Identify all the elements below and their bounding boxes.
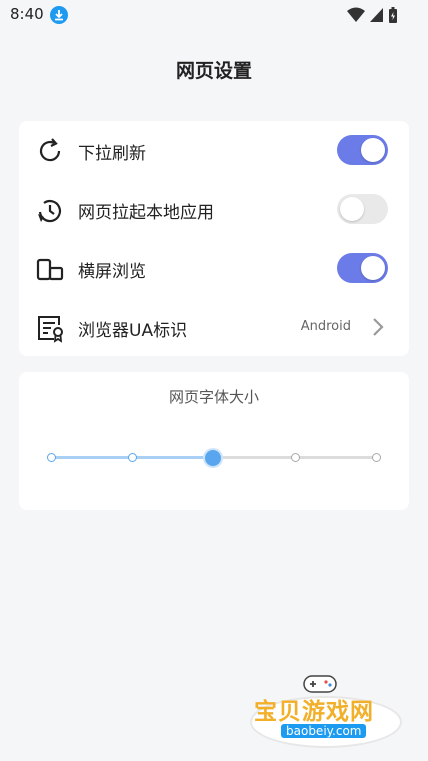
watermark-text: 宝贝游戏网 <box>254 699 374 725</box>
chevron-right-icon <box>373 318 384 336</box>
download-icon <box>50 6 68 24</box>
landscape-toggle[interactable] <box>337 253 388 283</box>
user-agent-label: 浏览器UA标识 <box>78 321 188 341</box>
wifi-icon <box>347 7 365 22</box>
font-size-title: 网页字体大小 <box>168 388 259 406</box>
slider-thumb[interactable] <box>205 450 221 466</box>
pull-refresh-label: 下拉刷新 <box>78 144 146 164</box>
watermark: 宝贝游戏网 baobeiy.com <box>250 668 402 753</box>
open-local-apps-label: 网页拉起本地应用 <box>78 203 214 223</box>
landscape-label: 横屏浏览 <box>78 262 146 282</box>
open-local-apps-row[interactable]: 网页拉起本地应用 <box>19 180 409 239</box>
user-agent-row[interactable]: 浏览器UA标识 Android <box>19 298 409 357</box>
status-time: 8:40 <box>10 5 44 23</box>
gamepad-icon <box>303 675 337 693</box>
slider-step-dot[interactable] <box>291 453 300 462</box>
slider-step-dot[interactable] <box>372 453 381 462</box>
pull-refresh-row[interactable]: 下拉刷新 <box>19 121 409 180</box>
user-agent-value: Android <box>300 319 351 334</box>
status-bar: 8:40 <box>0 0 428 30</box>
system-icons <box>347 6 398 24</box>
font-size-card: 网页字体大小 <box>19 372 409 510</box>
settings-card: 下拉刷新 网页拉起本地应用 横屏浏览 浏览器UA标识 Android <box>19 121 409 356</box>
toggle-knob <box>361 256 385 280</box>
slider-step-dot[interactable] <box>128 453 137 462</box>
battery-icon <box>389 6 397 23</box>
toggle-knob <box>340 197 364 221</box>
screen-rotate-icon <box>36 258 64 281</box>
signal-icon <box>370 8 383 22</box>
pull-refresh-toggle[interactable] <box>337 135 388 165</box>
history-icon <box>38 199 61 223</box>
landscape-row[interactable]: 横屏浏览 <box>19 239 409 298</box>
slider-step-dot[interactable] <box>47 453 56 462</box>
refresh-icon <box>39 138 61 162</box>
font-size-slider[interactable] <box>46 448 381 468</box>
page-title: 网页设置 <box>175 60 252 82</box>
toggle-knob <box>361 138 385 162</box>
certificate-icon <box>38 316 63 343</box>
watermark-url: baobeiy.com <box>281 724 367 738</box>
open-local-apps-toggle[interactable] <box>337 194 388 224</box>
